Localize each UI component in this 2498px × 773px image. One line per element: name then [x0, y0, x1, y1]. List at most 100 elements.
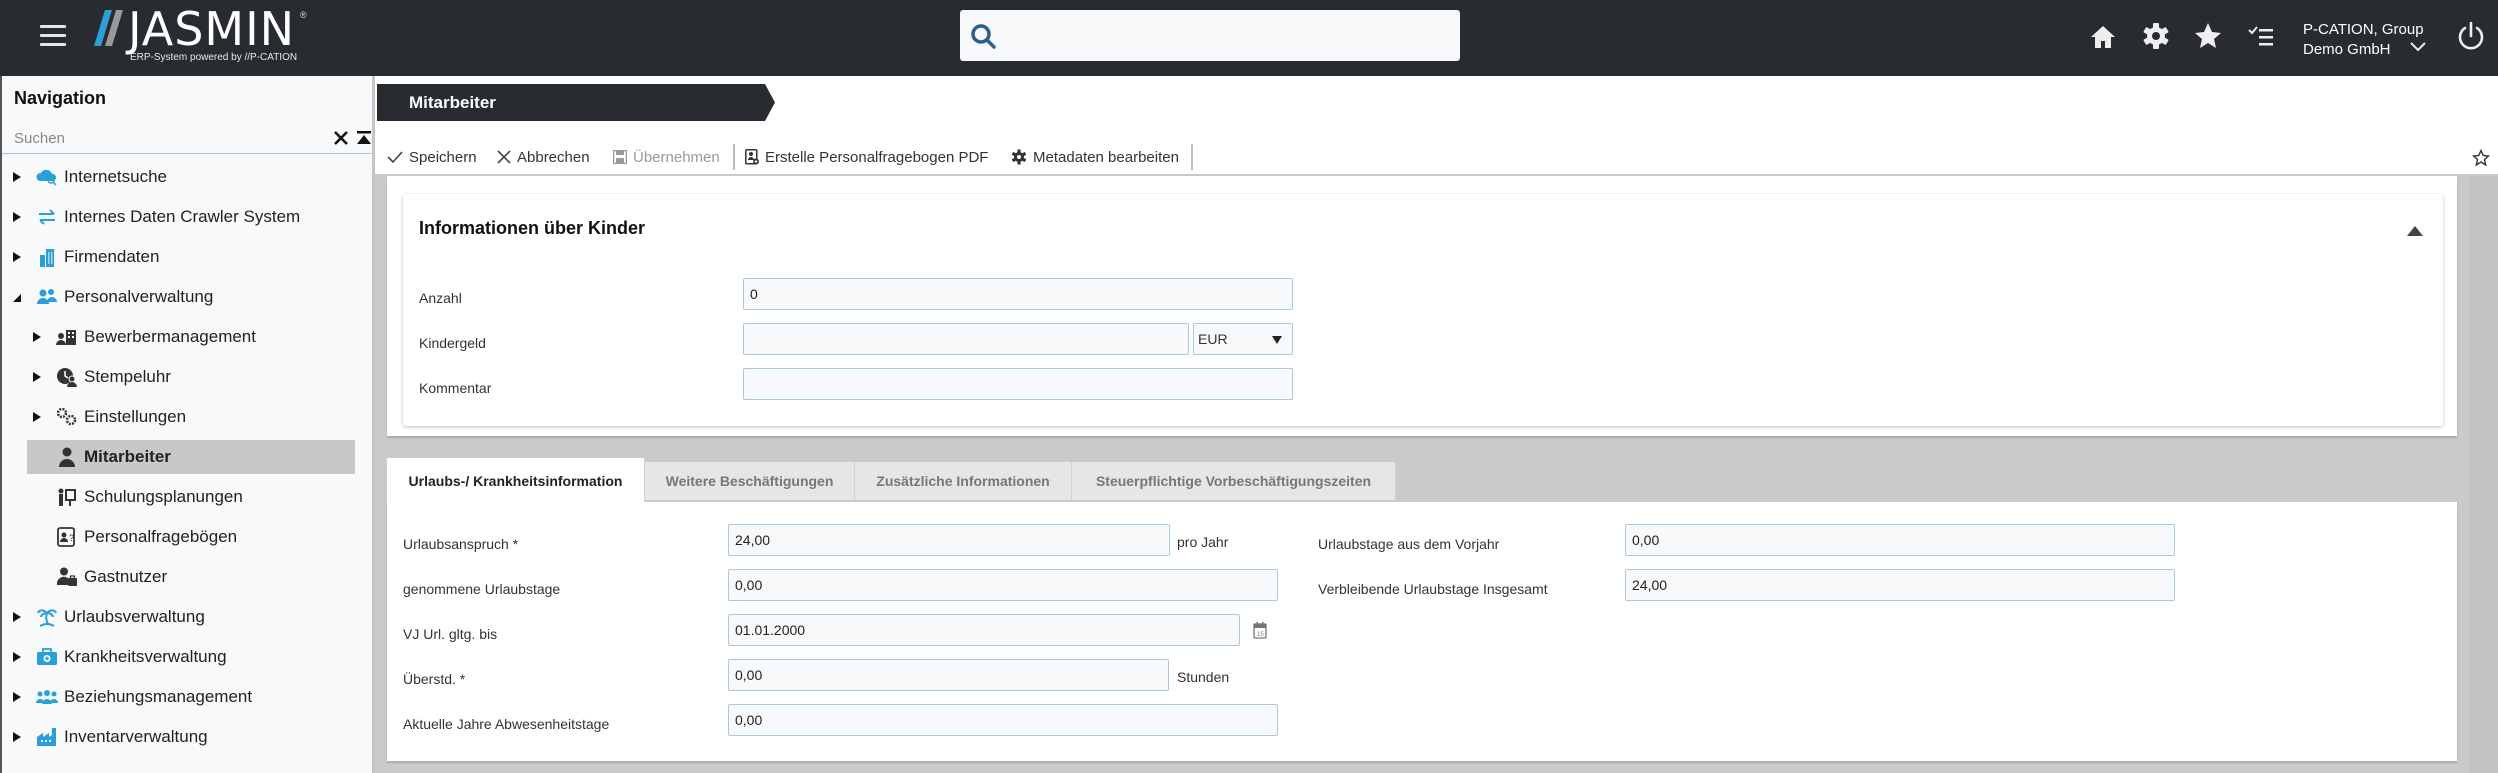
tab-label: Weitere Beschäftigungen	[665, 473, 834, 489]
nav-item-personalfrageboegen[interactable]: ? Personalfragebögen	[56, 520, 237, 554]
star-icon[interactable]	[2193, 21, 2223, 51]
vertical-scrollbar[interactable]	[2470, 176, 2498, 773]
palm-tree-icon	[37, 609, 57, 627]
verbleibende-urlaubstage-input[interactable]	[1625, 569, 2175, 601]
kommentar-input[interactable]	[743, 368, 1293, 400]
genommene-urlaubstage-input[interactable]	[728, 569, 1278, 601]
collapse-arrow-icon[interactable]	[12, 291, 22, 303]
nav-item-label: Internetsuche	[64, 167, 168, 186]
nav-item-einstellungen[interactable]: Einstellungen	[32, 400, 186, 434]
nav-item-label: Stempeluhr	[84, 367, 171, 386]
toolbar: Speichern Abbrechen Übernehmen Erstelle …	[375, 138, 2498, 176]
home-icon[interactable]	[2088, 22, 2118, 52]
nav-item-bewerbermanagement[interactable]: Bewerbermanagement	[32, 320, 256, 354]
tab-steuerpflichtige-vorbeschaeftigungszeiten[interactable]: Steuerpflichtige Vorbeschäftigungszeiten	[1072, 462, 1396, 500]
edit-metadata-button[interactable]: Metadaten bearbeiten	[1011, 146, 1179, 168]
applicant-icon	[56, 330, 76, 345]
expand-arrow-icon[interactable]	[32, 411, 42, 423]
expand-arrow-icon[interactable]	[12, 611, 22, 623]
gears-icon	[56, 407, 77, 426]
create-pdf-button[interactable]: Erstelle Personalfragebogen PDF	[745, 146, 988, 168]
expand-arrow-icon[interactable]	[12, 731, 22, 743]
save-button[interactable]: Speichern	[387, 146, 477, 168]
expand-arrow-icon[interactable]	[12, 211, 22, 223]
urlaubstage-vorjahr-input[interactable]	[1625, 524, 2175, 556]
check-icon	[387, 151, 403, 164]
favorite-star-icon[interactable]	[2472, 149, 2490, 167]
calendar-icon[interactable]: 15	[1253, 621, 1267, 639]
checklist-icon[interactable]	[2246, 21, 2276, 51]
nav-item-label: Firmendaten	[64, 247, 160, 266]
anzahl-input[interactable]	[743, 278, 1293, 310]
currency-select[interactable]: EUR	[1193, 323, 1293, 355]
nav-item-label: Beziehungsmanagement	[64, 687, 253, 706]
nav-item-inventarverwaltung[interactable]: Inventarverwaltung	[12, 720, 208, 754]
nav-item-internetsuche[interactable]: Internetsuche	[12, 160, 167, 194]
vj-gueltig-bis-input[interactable]	[728, 614, 1240, 646]
logout-power-icon[interactable]	[2456, 20, 2486, 52]
nav-item-firmendaten[interactable]: Firmendaten	[12, 240, 159, 274]
nav-item-schulungsplanungen[interactable]: Schulungsplanungen	[56, 480, 243, 514]
ueberstunden-suffix: Stunden	[1177, 669, 1230, 685]
user-company: P-CATION, Group	[2303, 21, 2424, 38]
expand-arrow-icon[interactable]	[12, 171, 22, 183]
ueberstunden-input[interactable]	[728, 659, 1169, 691]
toolbar-divider	[733, 144, 735, 170]
dropdown-caret-icon	[1272, 336, 1282, 344]
nav-item-krankheitsverwaltung[interactable]: Krankheitsverwaltung	[12, 640, 227, 674]
nav-item-label: Bewerbermanagement	[84, 327, 256, 346]
apply-button[interactable]: Übernehmen	[613, 146, 720, 168]
chevron-down-icon[interactable]	[2410, 42, 2426, 52]
collapse-all-icon[interactable]	[357, 130, 371, 146]
logo-text: JASMIN	[128, 2, 296, 56]
nav-item-label: Mitarbeiter	[84, 447, 171, 466]
document-person-icon	[745, 149, 759, 165]
jasmin-logo[interactable]: JASMIN ® ERP-System powered by //P-CATIO…	[86, 2, 326, 66]
form-content: Informationen über Kinder Anzahl Kinderg…	[375, 176, 2470, 773]
toolbar-divider	[1191, 144, 1193, 170]
create-pdf-label: Erstelle Personalfragebogen PDF	[765, 148, 989, 166]
nav-item-gastnutzer[interactable]: Gastnutzer	[56, 560, 167, 594]
urlaubsanspruch-input[interactable]	[728, 524, 1170, 556]
group-icon	[36, 690, 58, 704]
expand-arrow-icon[interactable]	[12, 691, 22, 703]
nav-item-stempeluhr[interactable]: Stempeluhr	[32, 360, 171, 394]
menu-icon[interactable]	[40, 25, 66, 47]
expand-arrow-icon[interactable]	[12, 251, 22, 263]
user-menu[interactable]: P-CATION, Group Demo GmbH	[2303, 20, 2424, 60]
tab-weitere-beschaeftigungen[interactable]: Weitere Beschäftigungen	[645, 462, 855, 500]
tab-label: Zusätzliche Informationen	[876, 473, 1050, 489]
urlaubstage-vorjahr-label: Urlaubstage aus dem Vorjahr	[1318, 536, 1500, 552]
nav-item-urlaubsverwaltung[interactable]: Urlaubsverwaltung	[12, 600, 205, 634]
search-icon	[971, 24, 996, 49]
expand-arrow-icon[interactable]	[32, 371, 42, 383]
kindergeld-input[interactable]	[743, 323, 1189, 355]
logo-registered-mark: ®	[300, 10, 307, 20]
nav-item-crawler[interactable]: Internes Daten Crawler System	[12, 200, 300, 234]
expand-arrow-icon[interactable]	[12, 651, 22, 663]
clear-search-icon[interactable]	[333, 130, 349, 146]
nav-item-label: Inventarverwaltung	[64, 727, 208, 746]
urlaubsanspruch-label: Urlaubsanspruch *	[403, 536, 519, 552]
tab-urlaubs-krankheitsinformation[interactable]: Urlaubs-/ Krankheitsinformation	[387, 458, 645, 504]
gear-icon[interactable]	[2141, 21, 2171, 51]
anzahl-label: Anzahl	[419, 290, 462, 306]
collapse-section-icon[interactable]	[2407, 226, 2423, 236]
navigation-search-input[interactable]	[14, 126, 314, 150]
user-subsidiary: Demo GmbH	[2303, 41, 2391, 58]
nav-item-beziehungsmanagement[interactable]: Beziehungsmanagement	[12, 680, 252, 714]
nav-item-personalverwaltung[interactable]: Personalverwaltung	[12, 280, 213, 314]
top-bar: JASMIN ® ERP-System powered by //P-CATIO…	[0, 0, 2498, 76]
abwesenheitstage-input[interactable]	[728, 704, 1278, 736]
nav-item-label: Urlaubsverwaltung	[64, 607, 205, 626]
nav-item-mitarbeiter[interactable]: Mitarbeiter	[27, 440, 355, 474]
cancel-button[interactable]: Abbrechen	[497, 146, 590, 168]
presentation-icon	[58, 488, 76, 506]
breadcrumb[interactable]: Mitarbeiter	[377, 84, 775, 121]
tab-zusaetzliche-informationen[interactable]: Zusätzliche Informationen	[855, 462, 1072, 500]
global-search-input[interactable]	[1006, 10, 1452, 61]
nav-item-label: Gastnutzer	[84, 567, 168, 586]
expand-arrow-icon[interactable]	[32, 331, 42, 343]
tab-label: Steuerpflichtige Vorbeschäftigungszeiten	[1095, 473, 1372, 489]
global-search[interactable]	[960, 10, 1460, 61]
